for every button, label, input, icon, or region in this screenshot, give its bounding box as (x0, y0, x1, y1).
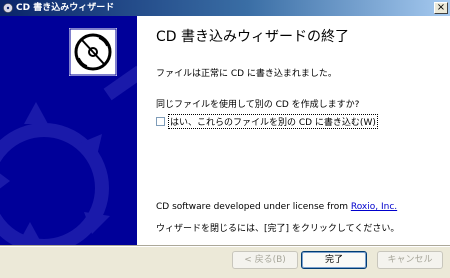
title-bar[interactable]: CD 書き込みウィザード × (0, 0, 450, 16)
wizard-graphic (0, 16, 137, 245)
close-icon: × (436, 2, 446, 13)
finish-hint: ウィザードを閉じるには、[完了] をクリックしてください。 (156, 224, 400, 234)
finish-button[interactable]: 完了 (301, 251, 367, 269)
back-button[interactable]: < 戻る(B) (232, 251, 298, 269)
write-again-label[interactable]: はい、これらのファイルを別の CD に書き込む(W) (168, 114, 378, 129)
repeat-question: 同じファイルを使用して別の CD を作成しますか? (156, 100, 360, 110)
cd-writing-wizard-window: CD 書き込みウィザード × CD 書き込みウィザードの終了 ファイルは正常に … (0, 0, 450, 278)
write-again-checkbox[interactable] (156, 117, 165, 126)
roxio-link[interactable]: Roxio, Inc. (351, 202, 397, 212)
separator (0, 245, 450, 247)
wizard-content: CD 書き込みウィザードの終了 ファイルは正常に CD に書き込まれました。 同… (137, 16, 450, 245)
wizard-heading: CD 書き込みウィザードの終了 (156, 29, 350, 45)
cd-burn-icon (3, 3, 13, 13)
license-text: CD software developed under license from… (156, 202, 397, 212)
cancel-button[interactable]: キャンセル (377, 251, 443, 269)
wizard-watermark-graphic (0, 28, 137, 245)
window-title: CD 書き込みウィザード (16, 3, 115, 13)
success-message: ファイルは正常に CD に書き込まれました。 (156, 69, 337, 79)
close-button[interactable]: × (434, 2, 448, 14)
license-prefix: CD software developed under license from (156, 202, 351, 212)
